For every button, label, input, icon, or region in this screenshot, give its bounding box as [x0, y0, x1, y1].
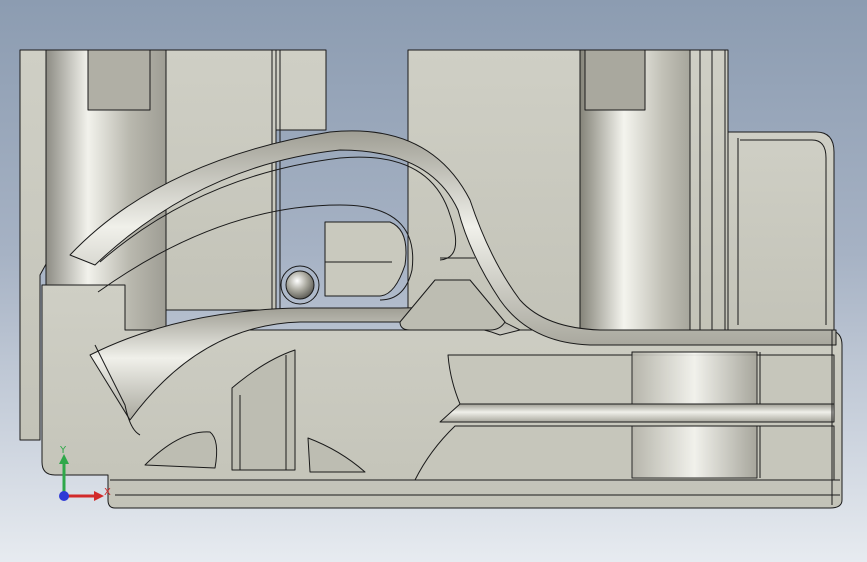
x-axis-label: X	[104, 487, 111, 498]
3d-model-view[interactable]	[0, 0, 867, 562]
coordinate-triad: Y X	[59, 445, 111, 501]
graphics-viewport[interactable]: Y X	[0, 0, 867, 562]
ball-feature	[285, 270, 315, 300]
inner-window	[324, 221, 407, 297]
side-boss	[727, 131, 835, 331]
z-axis-dot	[59, 491, 69, 501]
y-axis-label: Y	[59, 445, 67, 456]
x-arrow-head	[94, 491, 104, 501]
groove-lower	[414, 425, 835, 481]
